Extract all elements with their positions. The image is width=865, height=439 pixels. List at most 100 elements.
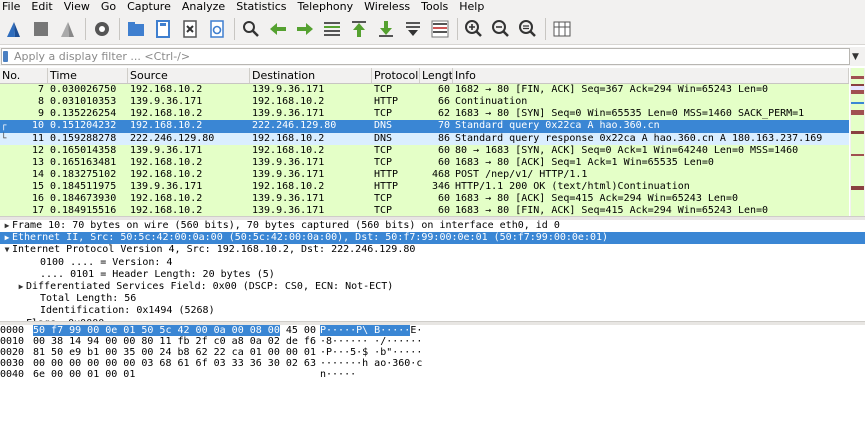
- menu-view[interactable]: View: [62, 0, 94, 13]
- menu-go[interactable]: Go: [99, 0, 120, 13]
- menu-wireless[interactable]: Wireless: [362, 0, 414, 13]
- toolbar-separator: [234, 17, 235, 40]
- collapsed-arrow-icon[interactable]: ▶: [2, 232, 12, 244]
- detail-tree-label: Identification: 0x1494 (5268): [40, 305, 215, 317]
- detail-tree-item[interactable]: Identification: 0x1494 (5268): [0, 305, 865, 317]
- packet-row[interactable]: 15 0.184511975 139.9.36.171 192.168.10.2 HTT…: [0, 181, 849, 194]
- menu-tools[interactable]: Tools: [419, 0, 452, 13]
- column-header-destination[interactable]: Destination: [250, 68, 372, 83]
- column-header-protocol[interactable]: Protocol: [372, 68, 420, 83]
- packet-length: 468: [431, 168, 450, 180]
- packet-protocol: HTTP: [374, 181, 399, 193]
- packet-row[interactable]: 7 0.030026750 192.168.10.2 139.9.36.171 TCP 6…: [0, 84, 849, 97]
- reload-icon[interactable]: [205, 17, 229, 41]
- forward-arrow-icon[interactable]: [293, 17, 317, 41]
- bytes-hex[interactable]: 6e 00 00 01 00 01: [33, 369, 135, 380]
- bytes-offset: 0030: [0, 358, 25, 369]
- packet-row[interactable]: 14 0.183275102 192.168.10.2 139.9.36.171 HTT…: [0, 168, 849, 182]
- packet-source: 192.168.10.2: [130, 120, 203, 132]
- bytes-ascii[interactable]: ·P···5·$ ·b"·····: [320, 347, 422, 358]
- column-header-source[interactable]: Source: [128, 68, 250, 83]
- packet-row[interactable]: 13 0.165163481 192.168.10.2 139.9.36.171 TCP…: [0, 156, 849, 169]
- bytes-hex[interactable]: 00 00 00 00 00 00 03 68 61 6f 03 33 36 3…: [33, 358, 316, 369]
- detail-tree-item[interactable]: ▶ Differentiated Services Field: 0x00 (DS…: [0, 281, 865, 293]
- first-packet-icon[interactable]: [347, 17, 371, 41]
- packet-length: 346: [431, 181, 450, 193]
- packet-time: 0.031010353: [50, 96, 117, 108]
- packet-number: 11: [31, 132, 44, 144]
- detail-tree-item[interactable]: 0100 .... = Version: 4: [0, 257, 865, 269]
- autoscroll-icon[interactable]: [401, 17, 425, 41]
- bytes-hex[interactable]: 50 f7 99 00 0e 01 50 5c 42 00 0a 00 08 0…: [33, 325, 316, 336]
- column-header-no[interactable]: No.: [0, 68, 48, 83]
- expanded-arrow-icon[interactable]: ▼: [2, 244, 12, 256]
- packet-info: Standard query 0x22ca A hao.360.cn: [455, 120, 660, 132]
- menu-file[interactable]: File: [0, 0, 24, 13]
- menu-edit[interactable]: Edit: [29, 0, 56, 13]
- display-filter-bar: ▼: [0, 47, 865, 66]
- bytes-ascii[interactable]: P·····P\ B·····E·: [320, 325, 422, 336]
- filter-bookmark-icon[interactable]: [3, 51, 8, 62]
- shark-fin-start-icon[interactable]: [2, 17, 26, 41]
- detail-tree-item[interactable]: .... 0101 = Header Length: 20 bytes (5): [0, 269, 865, 281]
- detail-tree-item[interactable]: ▶ Frame 10: 70 bytes on wire (560 bits), …: [0, 220, 865, 232]
- goto-packet-icon[interactable]: [320, 17, 344, 41]
- packet-time: 0.184673930: [50, 193, 117, 205]
- zoom-normal-icon[interactable]: [516, 17, 540, 41]
- open-folder-icon[interactable]: [124, 17, 148, 41]
- options-gear-icon[interactable]: [90, 17, 114, 41]
- bytes-hex[interactable]: 81 50 e9 b1 00 35 00 24 b8 62 22 ca 01 0…: [33, 347, 316, 358]
- packet-row[interactable]: 9 0.135226254 192.168.10.2 139.9.36.171 TCP 6…: [0, 108, 849, 121]
- find-magnifier-icon[interactable]: [239, 17, 263, 41]
- bytes-ascii[interactable]: ·8······ ·/······: [320, 336, 422, 347]
- packet-row[interactable]: 17 0.184915516 192.168.10.2 139.9.36.171 TCP…: [0, 205, 849, 216]
- colorize-icon[interactable]: [428, 17, 452, 41]
- packet-info: 80 → 1683 [SYN, ACK] Seq=0 Ack=1 Win=642…: [455, 144, 799, 156]
- zoom-in-icon[interactable]: [462, 17, 486, 41]
- packet-time: 0.184915516: [50, 205, 117, 216]
- filter-dropdown-arrow-icon[interactable]: ▼: [852, 52, 859, 62]
- detail-tree-label: Frame 10: 70 bytes on wire (560 bits), 7…: [12, 220, 560, 231]
- zoom-out-icon[interactable]: [489, 17, 513, 41]
- stop-square-icon[interactable]: [29, 17, 53, 41]
- packet-row[interactable]: 16 0.184673930 192.168.10.2 139.9.36.171 TCP…: [0, 193, 849, 206]
- menu-analyze[interactable]: Analyze: [180, 0, 229, 13]
- save-file-icon[interactable]: [151, 17, 175, 41]
- packet-row[interactable]: 11 0.159288278 222.246.129.80 192.168.10.2 D…: [0, 132, 849, 145]
- column-header-info[interactable]: Info: [453, 68, 849, 83]
- packet-row[interactable]: 12 0.165014358 139.9.36.171 192.168.10.2 TCP…: [0, 144, 849, 157]
- packet-source: 192.168.10.2: [130, 156, 203, 168]
- packet-destination: 139.9.36.171: [252, 193, 325, 205]
- restart-fin-icon[interactable]: [56, 17, 80, 41]
- menu-telephony[interactable]: Telephony: [296, 0, 358, 13]
- collapsed-arrow-icon[interactable]: ▶: [2, 220, 12, 232]
- resize-columns-icon[interactable]: [550, 17, 574, 41]
- detail-tree-item[interactable]: ▶ Ethernet II, Src: 50:5c:42:00:0a:00 (50…: [0, 232, 865, 245]
- back-arrow-icon[interactable]: [266, 17, 290, 41]
- related-packet-marker-icon: ┌: [1, 121, 7, 132]
- toolbar-separator: [85, 17, 86, 40]
- detail-tree-label: .... 0101 = Header Length: 20 bytes (5): [40, 268, 275, 280]
- detail-tree-item[interactable]: ▼ Internet Protocol Version 4, Src: 192.1…: [0, 244, 865, 256]
- bytes-ascii[interactable]: n·····: [320, 369, 356, 380]
- last-packet-icon[interactable]: [374, 17, 398, 41]
- menu-capture[interactable]: Capture: [125, 0, 175, 13]
- packet-row[interactable]: 10 0.151204232 192.168.10.2 222.246.129.80 D…: [0, 120, 849, 133]
- bytes-hex[interactable]: 00 38 14 94 00 00 80 11 fb 2f c0 a8 0a 0…: [33, 336, 316, 347]
- column-header-length[interactable]: Length: [420, 68, 453, 83]
- packet-row[interactable]: 8 0.031010353 139.9.36.171 192.168.10.2 HTTP…: [0, 96, 849, 109]
- packet-details-pane: ▶ Frame 10: 70 bytes on wire (560 bits), …: [0, 220, 865, 321]
- packet-minimap[interactable]: [850, 68, 865, 216]
- packet-length: 66: [437, 96, 450, 108]
- close-file-icon[interactable]: [178, 17, 202, 41]
- menu-bar: File Edit View Go Capture Analyze Statistics Te…: [0, 0, 865, 13]
- menu-statistics[interactable]: Statistics: [234, 0, 290, 13]
- collapsed-arrow-icon[interactable]: ▶: [16, 281, 26, 293]
- display-filter-input[interactable]: [1, 48, 850, 65]
- detail-tree-item[interactable]: Total Length: 56: [0, 293, 865, 305]
- menu-help[interactable]: Help: [457, 0, 488, 13]
- column-header-time[interactable]: Time: [48, 68, 128, 83]
- bytes-hex-highlight: 50 f7 99 00 0e 01 50 5c 42 00 0a 00 08 0…: [33, 325, 280, 336]
- bytes-ascii[interactable]: ·······h ao·360·c: [320, 358, 422, 369]
- packet-destination: 139.9.36.171: [252, 108, 325, 120]
